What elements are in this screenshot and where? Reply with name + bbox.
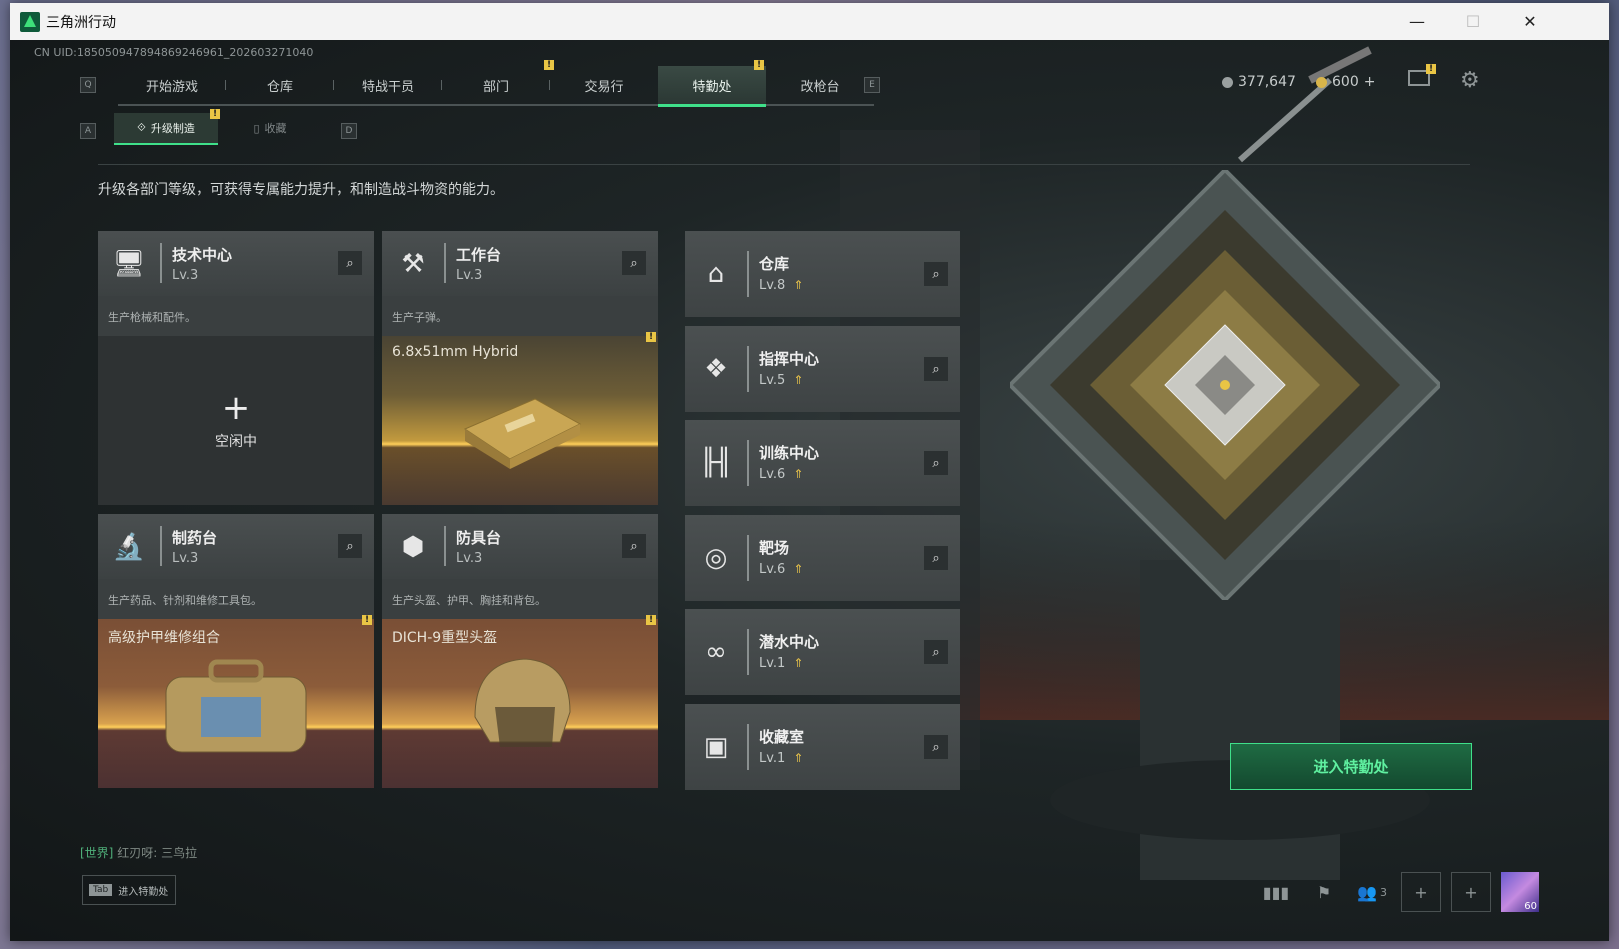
search-icon[interactable]: ⌕: [338, 251, 362, 275]
notification-badge: !: [1426, 64, 1436, 74]
card-tech-center[interactable]: 🖥 技术中心 Lv.3 ⌕ 生产枪械和配件。 + 空闲中: [98, 231, 374, 505]
command-center-icon: ❖: [704, 354, 728, 384]
tab-department[interactable]: 部门 !: [442, 60, 554, 106]
upgrade-arrow-icon: ⇑: [793, 562, 804, 576]
tab-trading[interactable]: 交易行: [550, 66, 658, 106]
mail-icon[interactable]: !: [1408, 64, 1436, 86]
notification-badge: !: [362, 615, 372, 625]
search-icon[interactable]: ⌕: [924, 262, 948, 286]
sub-nav: ⟐ 升级制造 ! ▯ 收藏: [114, 109, 322, 145]
dumbbell-icon: ╟╢: [700, 448, 732, 478]
close-button[interactable]: ✕: [1507, 3, 1553, 40]
window-title: 三角洲行动: [46, 15, 116, 31]
card-workbench[interactable]: ⚒ 工作台 Lv.3 ⌕ 生产子弹。 ! 6.8x51mm Hybrid: [382, 231, 658, 505]
gold-currency[interactable]: 600 +: [1316, 74, 1375, 90]
dept-warehouse[interactable]: ⌂ 仓库 Lv.8 ⇑ ⌕: [685, 231, 960, 317]
dept-diving-center[interactable]: ∞ 潜水中心 Lv.1 ⇑ ⌕: [685, 609, 960, 695]
game-viewport: CN UID:1850509478948692469​61_2026032710…: [10, 40, 1609, 941]
upgrade-arrow-icon: ⇑: [793, 373, 804, 387]
tab-operators[interactable]: 特战干员: [334, 66, 442, 106]
search-icon[interactable]: ⌕: [924, 451, 948, 475]
settings-gear-icon[interactable]: ⚙: [1460, 68, 1480, 93]
production-slot[interactable]: ! DICH-9重型头盔: [382, 615, 658, 788]
top-nav: 开始游戏 仓库 特战干员 部门 ! 交易行 特勤处 ! 改枪台: [118, 60, 874, 107]
nav-key-right: E: [864, 77, 880, 93]
stats-chart-icon[interactable]: ▮▮▮: [1257, 873, 1295, 911]
microscope-icon: 🔬: [112, 532, 146, 562]
enter-special-ops-button[interactable]: 进入特勤处: [1230, 743, 1472, 790]
search-icon[interactable]: ⌕: [924, 640, 948, 664]
app-logo-icon: [20, 12, 40, 32]
hammer-wrench-icon: ⚒: [401, 249, 425, 279]
avatar[interactable]: 60: [1501, 872, 1539, 912]
repair-kit-bag-icon: [165, 659, 307, 753]
search-icon[interactable]: ⌕: [338, 534, 362, 558]
invite-slot-button[interactable]: +: [1451, 872, 1491, 912]
production-slot[interactable]: ! 6.8x51mm Hybrid: [382, 332, 658, 505]
silver-coin-icon: [1222, 76, 1233, 88]
divider: [98, 164, 1470, 165]
uid-label: CN UID:1850509478948692469​61_2026032710…: [34, 46, 314, 59]
nav-key-left: Q: [80, 77, 96, 93]
search-icon[interactable]: ⌕: [622, 251, 646, 275]
tab-start-game[interactable]: 开始游戏: [118, 66, 226, 106]
upgrade-arrow-icon: ⇑: [793, 656, 804, 670]
notification-badge: !: [646, 615, 656, 625]
card-pharmacy[interactable]: 🔬 制药台 Lv.3 ⌕ 生产药品、针剂和维修工具包。 ! 高级护甲维修组合: [98, 514, 374, 788]
upgrade-arrow-icon: ⇑: [793, 751, 804, 765]
add-icon: +: [221, 387, 251, 428]
title-bar: 三角洲行动 — ☐ ✕: [10, 3, 1609, 40]
subtab-collection[interactable]: ▯ 收藏: [218, 113, 322, 143]
tab-hint-button[interactable]: Tab 进入特勤处: [82, 875, 176, 905]
ammo-box-icon: [463, 398, 582, 469]
search-icon[interactable]: ⌕: [622, 534, 646, 558]
team-icon[interactable]: 👥 3: [1353, 873, 1391, 911]
page-description: 升级各部门等级，可获得专属能力提升，和制造战斗物资的能力。: [98, 182, 504, 198]
notification-badge: !: [646, 332, 656, 342]
dept-shooting-range[interactable]: ◎ 靶场 Lv.6 ⇑ ⌕: [685, 515, 960, 601]
upgrade-arrow-icon: ⇑: [793, 467, 804, 481]
tab-warehouse[interactable]: 仓库: [226, 66, 334, 106]
card-armor-bench[interactable]: ⬢ 防具台 Lv.3 ⌕ 生产头盔、护甲、胸挂和背包。 ! DICH-9重型头盔: [382, 514, 658, 788]
game-window: 三角洲行动 — ☐ ✕ CN UID:1850509478948692469​6…: [10, 3, 1609, 941]
dept-training-center[interactable]: ╟╢ 训练中心 Lv.6 ⇑ ⌕: [685, 420, 960, 506]
flag-icon[interactable]: ⚑: [1305, 873, 1343, 911]
collection-icon: ▯: [253, 121, 260, 135]
tab-gunsmith[interactable]: 改枪台: [766, 66, 874, 106]
gold-coin-icon: [1316, 76, 1327, 88]
cubes-icon: ⬢: [401, 532, 425, 562]
target-icon: ◎: [704, 543, 728, 573]
subtab-upgrade-craft[interactable]: ⟐ 升级制造 !: [114, 109, 220, 145]
tab-special-ops[interactable]: 特勤处 !: [658, 60, 766, 107]
monitor-icon: 🖥: [112, 249, 146, 279]
craft-icon: ⟐: [137, 121, 146, 134]
upgrade-arrow-icon: ⇑: [793, 278, 804, 292]
idle-slot[interactable]: + 空闲中: [98, 336, 374, 505]
diving-goggles-icon: ∞: [705, 637, 727, 667]
maximize-button[interactable]: ☐: [1450, 3, 1496, 40]
dept-command-center[interactable]: ❖ 指挥中心 Lv.5 ⇑ ⌕: [685, 326, 960, 412]
bottom-toolbar: ▮▮▮ ⚑ 👥 3 + + 60: [1257, 872, 1539, 912]
warehouse-icon: ⌂: [707, 259, 725, 289]
subnav-key-left: A: [80, 123, 96, 139]
minimize-button[interactable]: —: [1394, 3, 1440, 40]
search-icon[interactable]: ⌕: [924, 735, 948, 759]
notification-badge: !: [754, 60, 764, 70]
subnav-key-right: D: [341, 123, 357, 139]
add-currency-button[interactable]: +: [1364, 74, 1376, 90]
dept-collection-room[interactable]: ▣ 收藏室 Lv.1 ⇑ ⌕: [685, 704, 960, 790]
display-case-icon: ▣: [703, 732, 729, 762]
silver-currency[interactable]: 377,647: [1222, 74, 1296, 90]
invite-slot-button[interactable]: +: [1401, 872, 1441, 912]
search-icon[interactable]: ⌕: [924, 357, 948, 381]
helmet-icon: [474, 658, 571, 747]
special-ops-cube: [1010, 170, 1440, 600]
search-icon[interactable]: ⌕: [924, 546, 948, 570]
production-slot[interactable]: ! 高级护甲维修组合: [98, 615, 374, 788]
chat-line[interactable]: [世界] 红刃呀: 三鸟拉: [80, 844, 197, 861]
